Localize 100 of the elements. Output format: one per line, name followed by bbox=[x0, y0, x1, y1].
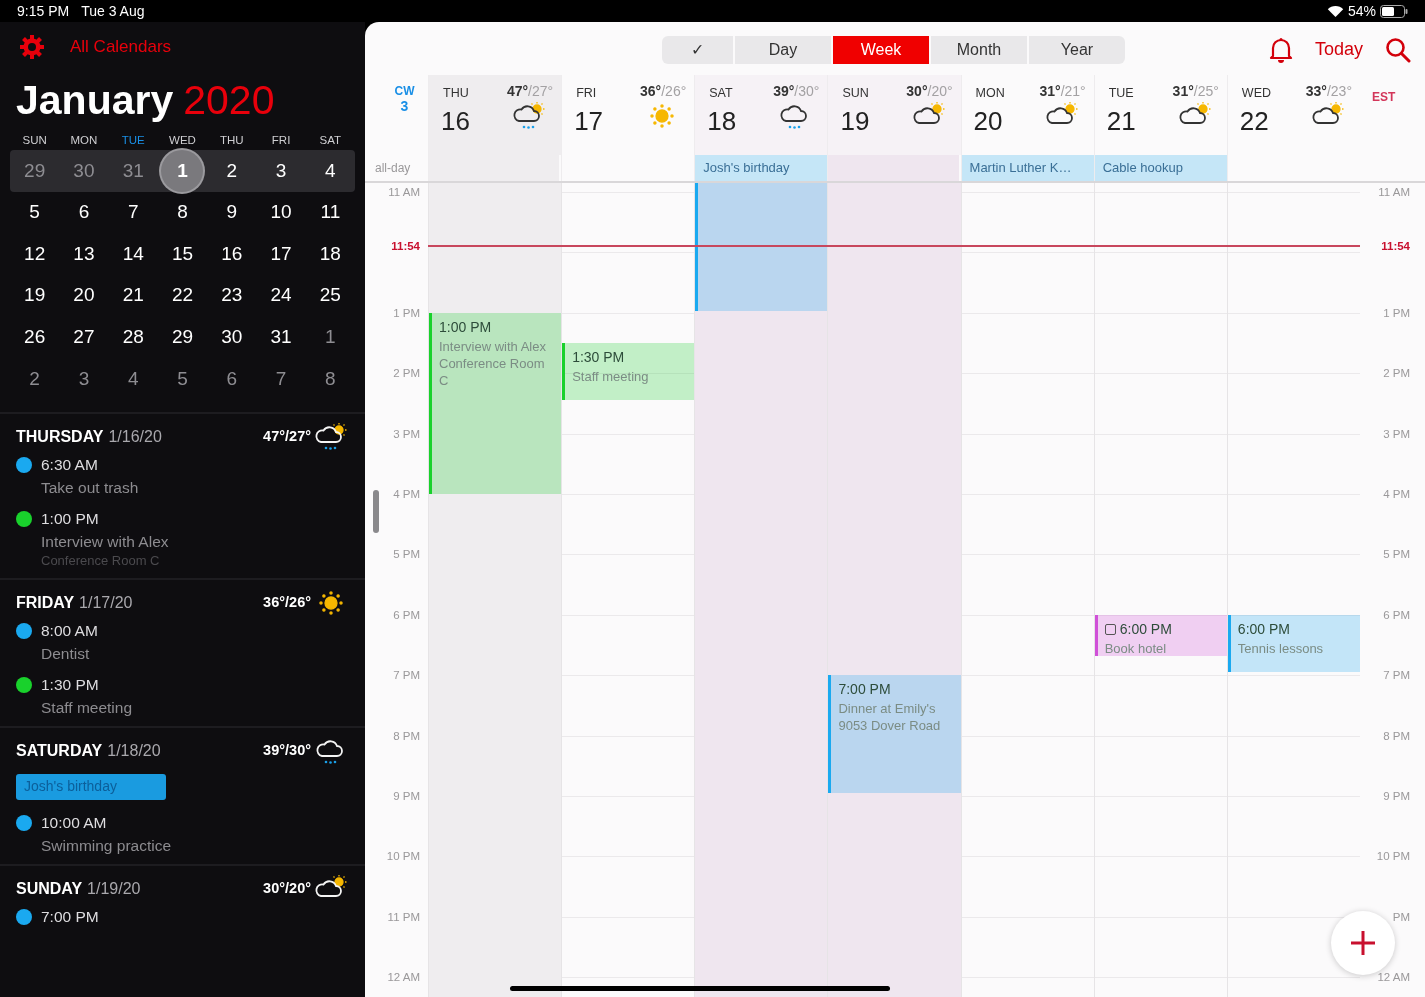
agenda-date: 1/18/20 bbox=[107, 740, 161, 761]
weekday-label: TUE bbox=[1108, 85, 1134, 102]
event-location: Conference Room C bbox=[439, 354, 546, 389]
low-temperature: /23° bbox=[1326, 83, 1352, 99]
year-title: 2020 bbox=[183, 80, 275, 121]
weekday-label: TUE bbox=[120, 133, 146, 149]
calendar-day[interactable]: 29 bbox=[24, 156, 46, 186]
calendar-day[interactable]: 24 bbox=[270, 281, 292, 310]
all-day-event[interactable]: Cable hookup bbox=[1094, 155, 1227, 181]
calendar-day[interactable]: 13 bbox=[73, 239, 95, 269]
time-label: 3 PM bbox=[392, 426, 420, 442]
today-button[interactable]: Today bbox=[1314, 36, 1363, 63]
calendar-event[interactable]: 1:00 PM Interview with Alex Conference Room C bbox=[429, 312, 562, 494]
day-number: 16 bbox=[441, 105, 470, 138]
calendar-day[interactable]: 6 bbox=[226, 364, 238, 393]
time-label: 6 PM bbox=[1383, 607, 1410, 623]
add-button[interactable] bbox=[1331, 911, 1395, 975]
calendar-event[interactable]: 6:00 PM Tennis lessons bbox=[1227, 614, 1360, 673]
calendar-event[interactable]: 7:00 PM Dinner at Emily's 9053 Dover Road bbox=[828, 675, 961, 793]
event-title: Tennis lessons bbox=[1237, 639, 1325, 657]
calendar-event[interactable]: 6:00 PM Book hotel bbox=[1094, 614, 1227, 656]
weekday-label: SAT bbox=[318, 133, 343, 149]
all-day-event[interactable]: Martin Luther K… bbox=[961, 155, 1094, 181]
weekday-label: FRI bbox=[270, 133, 292, 149]
view-tab[interactable]: Week bbox=[833, 36, 929, 64]
low-temperature: /27° bbox=[528, 83, 554, 99]
all-day-event[interactable]: Josh's birthday bbox=[695, 155, 828, 181]
day-number: 19 bbox=[840, 105, 870, 138]
day-header[interactable]: THU 16 47°/27° bbox=[428, 75, 562, 155]
calendar-day[interactable]: 3 bbox=[78, 364, 90, 393]
time-label: 11 AM bbox=[1378, 185, 1410, 200]
calendar-day[interactable]: 8 bbox=[325, 364, 336, 393]
calendar-day[interactable]: 2 bbox=[226, 156, 238, 186]
calendar-day[interactable]: 20 bbox=[73, 281, 95, 310]
calendar-day[interactable]: 31 bbox=[270, 322, 292, 352]
calendar-day[interactable]: 21 bbox=[122, 281, 144, 310]
calendar-day[interactable]: 19 bbox=[24, 281, 46, 310]
calendar-day[interactable]: 30 bbox=[73, 156, 95, 186]
calendar-day[interactable]: 29 bbox=[171, 322, 194, 352]
calendar-day[interactable]: 18 bbox=[319, 239, 341, 269]
calendar-day[interactable]: 31 bbox=[122, 156, 144, 186]
calendar-day[interactable]: 1 bbox=[161, 150, 204, 192]
calendar-day[interactable]: 11 bbox=[320, 198, 341, 227]
time-label: 10 PM bbox=[385, 849, 420, 865]
event-time: 10:00 AM bbox=[41, 812, 107, 833]
calendar-day[interactable]: 7 bbox=[275, 364, 287, 393]
search-icon[interactable] bbox=[1385, 36, 1411, 63]
view-tab[interactable]: Day bbox=[735, 36, 831, 64]
time-label: 11:54 bbox=[1381, 239, 1410, 255]
calendar-day[interactable]: 27 bbox=[73, 322, 95, 352]
view-tab[interactable]: Month bbox=[931, 36, 1027, 64]
settings-icon[interactable] bbox=[19, 34, 45, 60]
scroll-handle[interactable] bbox=[373, 490, 379, 533]
calendar-day[interactable]: 8 bbox=[177, 198, 188, 227]
agenda-day: SUNDAY bbox=[16, 876, 83, 901]
calendar-day[interactable]: 1 bbox=[325, 322, 336, 352]
low-temperature: /25° bbox=[1193, 83, 1219, 99]
calendar-day[interactable]: 17 bbox=[270, 239, 292, 269]
calendar-day[interactable]: 6 bbox=[78, 198, 90, 227]
event-title: Interview with Alex bbox=[41, 531, 170, 552]
calendar-day[interactable]: 4 bbox=[325, 156, 336, 186]
high-temperature: 30° bbox=[906, 83, 928, 99]
calendar-day[interactable]: 12 bbox=[24, 239, 46, 269]
all-calendars-link[interactable]: All Calendars bbox=[70, 34, 172, 60]
calendar-day[interactable]: 2 bbox=[29, 364, 40, 393]
day-header[interactable]: SAT 18 39°/30° bbox=[694, 75, 828, 155]
calendar-day[interactable]: 22 bbox=[171, 281, 194, 310]
all-day-cell[interactable] bbox=[828, 155, 959, 181]
week-highlight[interactable]: 29 30 31 1 2 3 4 bbox=[10, 150, 355, 192]
calendar-day[interactable]: 25 bbox=[319, 281, 341, 310]
calendar-day[interactable]: 10 bbox=[270, 198, 292, 227]
calendar-day[interactable]: 28 bbox=[122, 322, 144, 352]
calendar-day[interactable]: 9 bbox=[226, 198, 238, 227]
task-checkbox[interactable] bbox=[1104, 623, 1116, 635]
calendar-event[interactable]: 1:30 PM Staff meeting bbox=[562, 343, 695, 401]
all-day-cell[interactable] bbox=[429, 155, 560, 181]
calendar-day[interactable]: 23 bbox=[221, 281, 243, 310]
calendar-week-label: CW bbox=[394, 84, 415, 99]
wifi-icon bbox=[1326, 4, 1344, 18]
calendar-day[interactable]: 26 bbox=[24, 322, 46, 352]
calendar-day[interactable]: 7 bbox=[127, 198, 139, 227]
event-time: 1:30 PM bbox=[572, 348, 625, 367]
view-tab[interactable]: Year bbox=[1029, 36, 1125, 64]
time-label: 4 PM bbox=[1383, 487, 1410, 502]
calendar-day[interactable]: 14 bbox=[122, 239, 144, 269]
view-tab[interactable]: ✓ bbox=[662, 36, 733, 64]
time-label: 6 PM bbox=[392, 607, 420, 623]
calendar-day[interactable]: 30 bbox=[221, 322, 243, 352]
bell-icon[interactable] bbox=[1268, 36, 1293, 63]
calendar-day[interactable]: 16 bbox=[221, 239, 243, 269]
calendar-day[interactable]: 5 bbox=[29, 198, 40, 227]
calendar-day[interactable]: 15 bbox=[171, 239, 194, 269]
day-header[interactable]: SUN 19 30°/20° bbox=[827, 75, 961, 155]
calendar-day[interactable]: 5 bbox=[177, 364, 188, 393]
event-location: 9053 Dover Road bbox=[838, 717, 942, 735]
high-temperature: 36° bbox=[640, 83, 662, 99]
calendar-day[interactable]: 4 bbox=[127, 364, 139, 393]
time-label: 1 PM bbox=[392, 305, 420, 321]
day-number: 22 bbox=[1239, 105, 1269, 138]
calendar-day[interactable]: 3 bbox=[275, 156, 287, 186]
